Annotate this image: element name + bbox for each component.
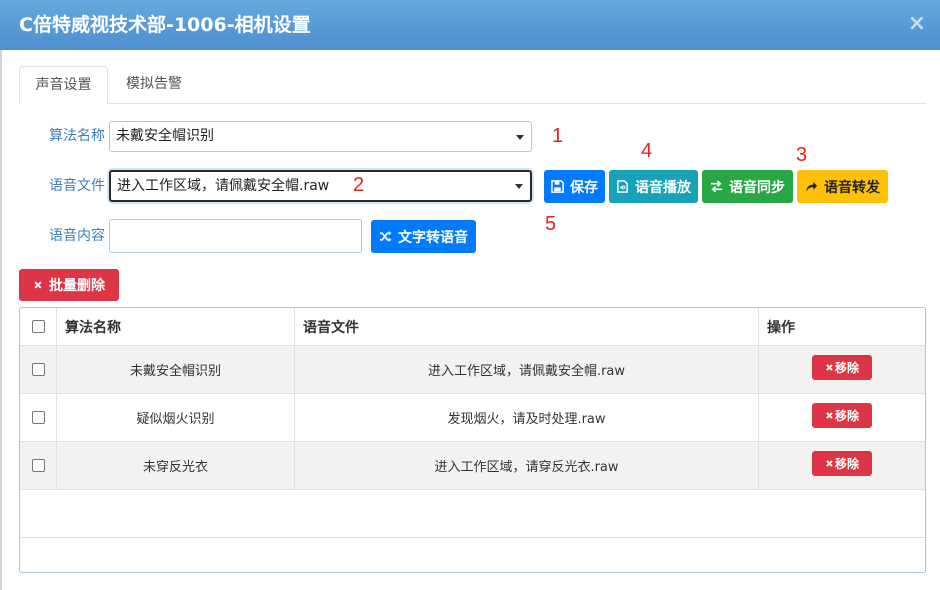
modal-left-edge [0, 50, 2, 590]
row-algorithm: 未穿反光衣 [57, 442, 295, 489]
row-algorithm: 未戴安全帽识别 [57, 346, 295, 393]
share-icon [806, 181, 818, 192]
table-header-row: 算法名称 语音文件 操作 [20, 308, 925, 346]
algorithm-select-value: 未戴安全帽识别 [116, 128, 214, 144]
voice-content-input[interactable] [109, 219, 362, 253]
row-action-cell: 移除 [759, 442, 925, 489]
select-all-checkbox[interactable] [31, 320, 45, 333]
batch-delete-button-label: 批量删除 [49, 278, 105, 294]
voice-sync-button[interactable]: 语音同步 [702, 170, 793, 203]
voice-file-select-value: 进入工作区域，请佩戴安全帽.raw [117, 178, 330, 194]
text-to-speech-button-label: 文字转语音 [398, 229, 468, 246]
remove-button[interactable]: 移除 [812, 451, 872, 476]
voice-forward-button[interactable]: 语音转发 [797, 170, 888, 203]
header-action: 操作 [767, 319, 795, 336]
row-checkbox-cell [20, 346, 57, 393]
file-audio-icon [617, 180, 628, 193]
row-checkbox-cell [20, 394, 57, 441]
voice-file-select[interactable]: 进入工作区域，请佩戴安全帽.raw [109, 170, 532, 202]
save-button-label: 保存 [570, 179, 598, 196]
times-icon [826, 412, 833, 419]
remove-button[interactable]: 移除 [812, 355, 872, 380]
row-checkbox-cell [20, 442, 57, 489]
remove-button[interactable]: 移除 [812, 403, 872, 428]
remove-button-label: 移除 [834, 409, 859, 423]
voice-mapping-table: 算法名称 语音文件 操作 未戴安全帽识别 进入工作区域，请佩戴安全帽.raw 移… [19, 307, 926, 573]
times-icon [826, 460, 833, 467]
exchange-icon [710, 180, 723, 193]
tab-sound-settings[interactable]: 声音设置 [19, 66, 108, 104]
row-checkbox[interactable] [31, 459, 45, 472]
algorithm-label: 算法名称 [49, 128, 105, 144]
times-icon [826, 364, 833, 371]
annotation-2: 2 [353, 174, 365, 196]
row-algorithm: 疑似烟火识别 [57, 394, 295, 441]
batch-delete-button[interactable]: 批量删除 [19, 269, 119, 301]
remove-button-label: 移除 [834, 457, 859, 471]
random-icon [379, 231, 392, 242]
header-checkbox-cell [20, 308, 57, 345]
annotation-1: 1 [552, 125, 564, 147]
remove-button-label: 移除 [834, 361, 859, 375]
modal-header: C倍特威视技术部-1006-相机设置 × [0, 0, 940, 50]
modal-title: C倍特威视技术部-1006-相机设置 [19, 14, 311, 36]
voice-forward-button-label: 语音转发 [824, 179, 880, 196]
times-icon [34, 281, 42, 289]
header-algorithm: 算法名称 [57, 308, 295, 345]
row-action-cell: 移除 [759, 346, 925, 393]
annotation-4: 4 [641, 140, 653, 162]
annotation-5: 5 [545, 213, 557, 235]
table-row: 疑似烟火识别 发现烟火，请及时处理.raw 移除 [20, 394, 925, 442]
chevron-down-icon [515, 184, 523, 189]
table-empty-row [20, 490, 925, 538]
tab-simulated-alarm[interactable]: 模拟告警 [111, 66, 197, 104]
row-action-cell: 移除 [759, 394, 925, 441]
chevron-down-icon [516, 134, 524, 140]
row-checkbox[interactable] [31, 363, 45, 376]
save-button[interactable]: 保存 [544, 170, 605, 203]
table-row: 未穿反光衣 进入工作区域，请穿反光衣.raw 移除 [20, 442, 925, 490]
algorithm-select[interactable]: 未戴安全帽识别 [109, 121, 532, 152]
row-checkbox[interactable] [31, 411, 45, 424]
row-voice-file: 进入工作区域，请佩戴安全帽.raw [295, 346, 759, 393]
row-voice-file: 进入工作区域，请穿反光衣.raw [295, 442, 759, 489]
text-to-speech-button[interactable]: 文字转语音 [371, 220, 476, 253]
table-row: 未戴安全帽识别 进入工作区域，请佩戴安全帽.raw 移除 [20, 346, 925, 394]
voice-file-label: 语音文件 [49, 178, 105, 194]
voice-play-button-label: 语音播放 [635, 179, 691, 196]
voice-play-button[interactable]: 语音播放 [609, 170, 698, 203]
row-voice-file: 发现烟火，请及时处理.raw [295, 394, 759, 441]
annotation-3: 3 [796, 144, 808, 166]
floppy-icon [551, 180, 564, 193]
tab-bar: 声音设置 模拟告警 [19, 66, 926, 104]
header-voice-file: 语音文件 [295, 308, 759, 345]
close-icon[interactable]: × [908, 11, 926, 37]
voice-sync-button-label: 语音同步 [729, 179, 785, 196]
voice-content-label: 语音内容 [49, 228, 105, 244]
